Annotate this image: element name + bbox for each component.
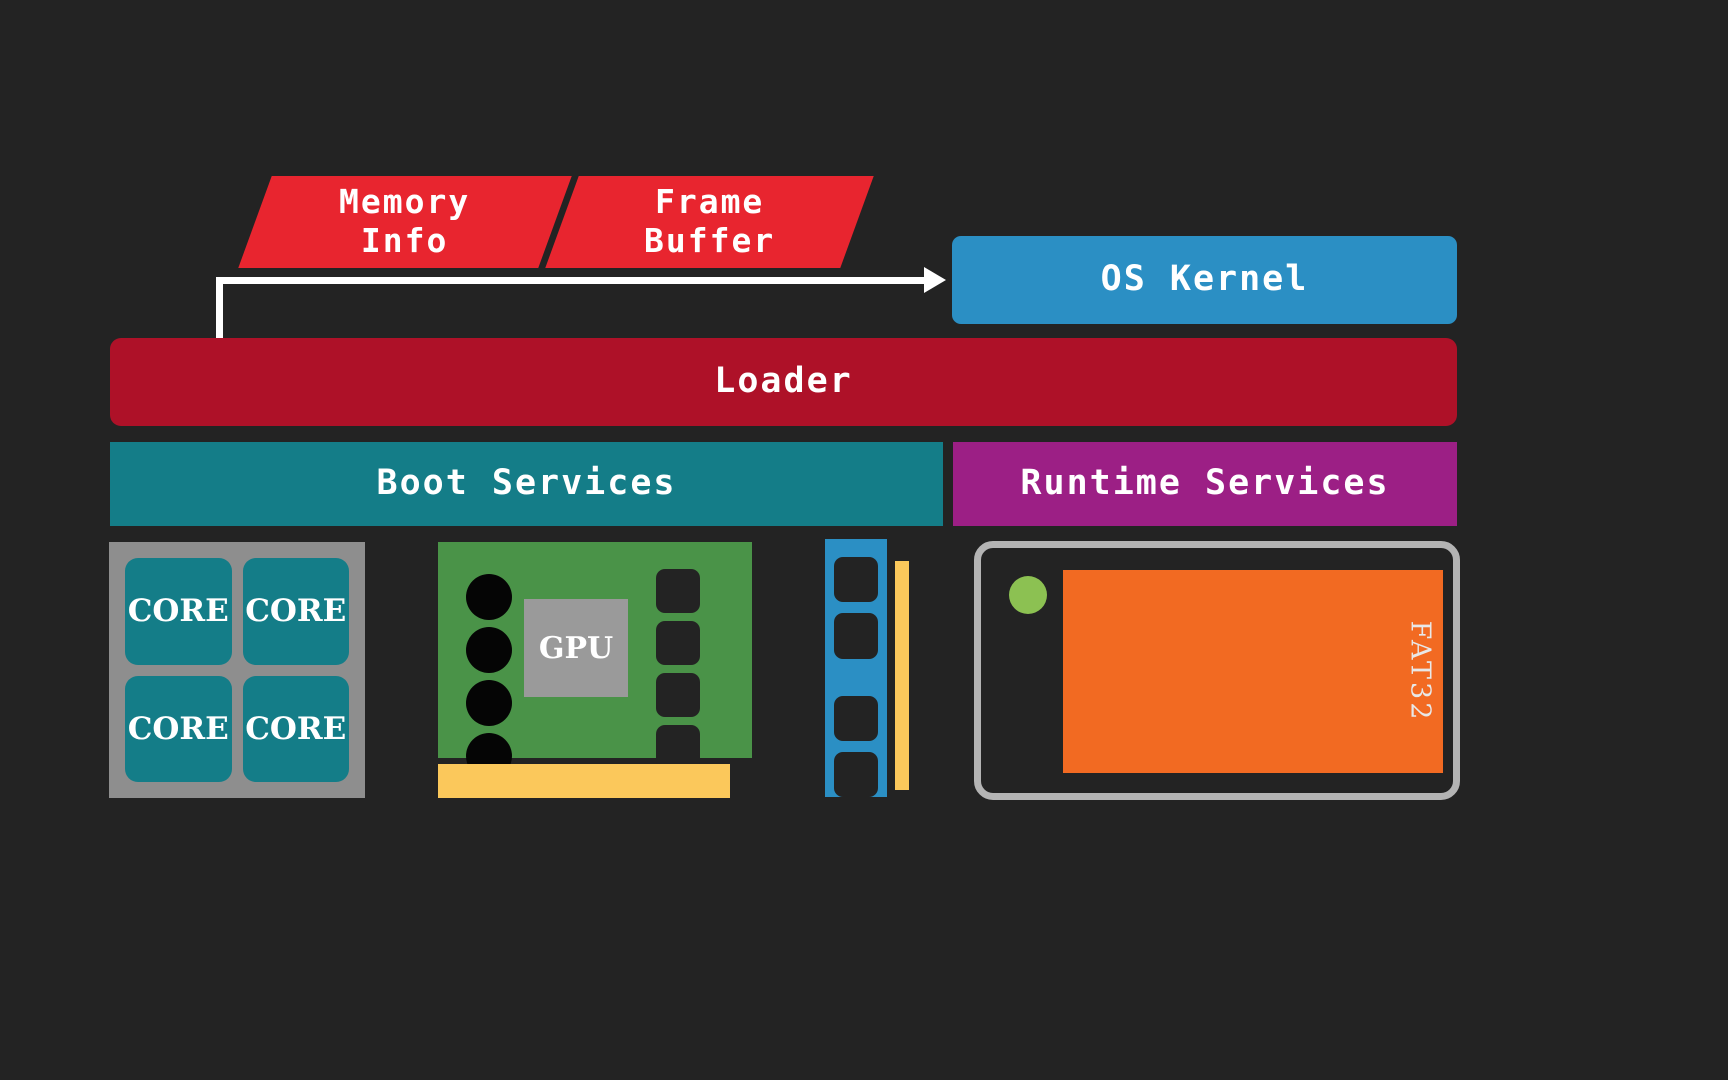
block-memory-info[interactable]: Memory Info: [238, 176, 572, 268]
os-kernel-label: OS Kernel: [1100, 259, 1309, 300]
gpu-chip[interactable]: GPU: [524, 599, 628, 697]
gpu-capacitor-icon: [466, 574, 512, 620]
gpu-memory-module-icon: [656, 569, 700, 613]
cpu-core[interactable]: CORE: [242, 558, 349, 665]
cpu-core[interactable]: CORE: [125, 558, 232, 665]
arrow-head-icon: [924, 267, 946, 293]
hardware-gpu-card[interactable]: GPU: [438, 542, 752, 779]
runtime-services-label: Runtime Services: [1020, 463, 1390, 504]
block-frame-buffer[interactable]: Frame Buffer: [545, 176, 874, 268]
cpu-core-label: CORE: [127, 710, 229, 747]
hardware-ram-module[interactable]: [825, 539, 887, 797]
ram-chip-icon: [834, 695, 878, 741]
arrow-horizontal-segment: [216, 277, 926, 284]
ram-chip-icon: [834, 613, 878, 659]
loader-label: Loader: [714, 361, 853, 402]
ram-chip-icon: [834, 751, 878, 797]
gpu-capacitor-icon: [466, 680, 512, 726]
gpu-edge-connector: [438, 764, 730, 798]
block-boot-services[interactable]: Boot Services: [110, 442, 943, 526]
cpu-core-label: CORE: [127, 593, 229, 630]
cpu-core[interactable]: CORE: [242, 675, 349, 782]
gpu-memory-module-group: [656, 569, 700, 769]
block-runtime-services[interactable]: Runtime Services: [953, 442, 1457, 526]
hardware-storage-device[interactable]: FAT32: [974, 541, 1460, 800]
cpu-core-label: CORE: [245, 593, 347, 630]
memory-info-label: Memory Info: [339, 182, 471, 260]
arrow-vertical-segment: [216, 277, 223, 340]
ram-chip-icon: [834, 557, 878, 603]
gpu-capacitor-icon: [466, 627, 512, 673]
frame-buffer-label: Frame Buffer: [643, 182, 776, 260]
diagram-canvas: Memory Info Frame Buffer OS Kernel Loade…: [0, 0, 1728, 1080]
hardware-cpu-package[interactable]: CORE CORE CORE CORE: [109, 542, 365, 798]
block-loader[interactable]: Loader: [110, 338, 1457, 426]
boot-services-label: Boot Services: [376, 463, 677, 504]
cpu-core[interactable]: CORE: [125, 675, 232, 782]
cpu-core-label: CORE: [245, 710, 347, 747]
block-os-kernel[interactable]: OS Kernel: [952, 236, 1457, 324]
storage-partition-label: FAT32: [1404, 620, 1436, 723]
storage-partition[interactable]: FAT32: [1063, 570, 1443, 773]
gpu-memory-module-icon: [656, 673, 700, 717]
gpu-memory-module-icon: [656, 725, 700, 769]
gpu-memory-module-icon: [656, 621, 700, 665]
storage-status-led-icon: [1009, 576, 1047, 614]
ram-contact-strip: [895, 561, 909, 790]
gpu-capacitor-group: [466, 574, 512, 779]
gpu-chip-label: GPU: [538, 630, 614, 666]
